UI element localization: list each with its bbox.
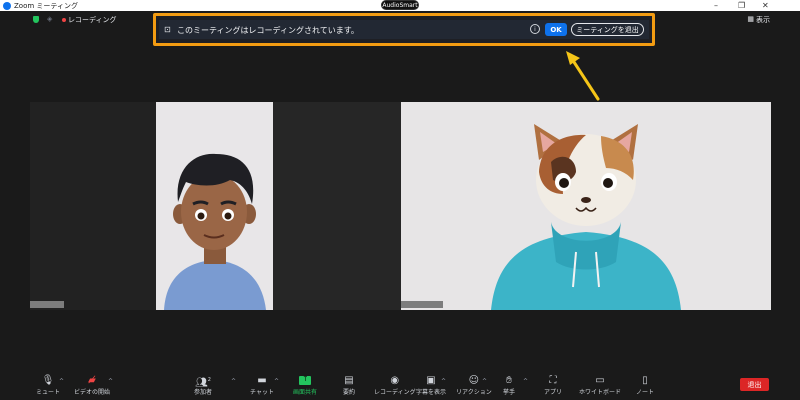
participants-label: 参加者: [194, 389, 213, 396]
annotation-arrow-icon: [566, 51, 600, 101]
notes-button[interactable]: ▯ ノート: [636, 374, 654, 396]
whiteboard-label: ホワイトボード: [579, 389, 622, 396]
meeting-window: ◈ レコーディング ▦ 表示 ⊡ このミーティングはレコーディングされています。…: [0, 11, 800, 400]
zoom-logo-icon: [3, 2, 11, 10]
maximize-button[interactable]: ❐: [738, 0, 745, 11]
notes-label: ノート: [636, 389, 655, 396]
chat-options-chevron-icon[interactable]: ^: [274, 378, 279, 385]
recording-dot-icon: [62, 18, 66, 22]
raise-hand-button[interactable]: ✋︎ 挙手: [503, 374, 515, 396]
reactions-options-chevron-icon[interactable]: ^: [482, 378, 487, 385]
participant-tile-2-background: [273, 102, 401, 310]
chat-button[interactable]: ▬ チャット: [250, 374, 274, 396]
start-video-button[interactable]: ▰̸ ビデオの開始: [74, 374, 110, 396]
apps-label: アプリ: [544, 389, 563, 396]
recording-consent-banner: ⊡ このミーティングはレコーディングされています。 i OK ミーティングを退出: [153, 13, 655, 46]
summary-label: 要約: [343, 389, 356, 396]
participants-icon: 👥︎2: [195, 377, 211, 389]
video-label: ビデオの開始: [74, 389, 111, 396]
microphone-icon: 🎙︎: [41, 375, 55, 386]
info-icon[interactable]: i: [530, 24, 540, 34]
captions-icon: ▣: [426, 375, 436, 386]
participant-tile-3[interactable]: [401, 102, 771, 310]
meeting-toolbar: 🎙︎ ミュート ^ ▰̸ ビデオの開始 ^ 👥︎2 参加者 ^ ▬ チャット ^…: [0, 373, 800, 400]
signal-icon[interactable]: ◈: [47, 15, 52, 23]
whiteboard-icon: ▭: [595, 375, 605, 386]
recording-icon: ⊡: [164, 25, 171, 34]
participants-options-chevron-icon[interactable]: ^: [231, 378, 236, 385]
participant-video-1: [156, 102, 273, 310]
reaction-icon: ☺: [468, 375, 480, 386]
name-tag-1: [30, 301, 64, 308]
hand-icon: ✋︎: [506, 375, 512, 386]
share-screen-button[interactable]: 画面共有: [293, 374, 317, 396]
leave-meeting-button[interactable]: ミーティングを退出: [571, 23, 644, 36]
security-shield-icon[interactable]: [33, 16, 39, 23]
raise-hand-options-chevron-icon[interactable]: ^: [523, 378, 528, 385]
reactions-label: リアクション: [456, 389, 492, 396]
close-button[interactable]: ✕: [762, 0, 769, 11]
boy-avatar-icon: [164, 153, 266, 310]
mute-options-chevron-icon[interactable]: ^: [59, 378, 64, 385]
share-screen-icon: [299, 374, 311, 385]
summary-icon: ▤: [344, 375, 354, 386]
notes-icon: ▯: [642, 375, 648, 386]
record-icon: ◉: [390, 375, 400, 386]
participants-button[interactable]: 👥︎2 参加者: [194, 374, 212, 396]
participants-count: 2: [207, 377, 211, 383]
mute-button[interactable]: 🎙︎ ミュート: [36, 374, 60, 396]
raise-hand-label: 挙手: [503, 389, 516, 396]
summary-button[interactable]: ▤ 要約: [343, 374, 355, 396]
share-label: 画面共有: [293, 389, 318, 396]
record-label: レコーディング: [374, 389, 416, 396]
app-title: Zoom ミーティング: [3, 1, 78, 11]
video-gallery: [30, 102, 771, 310]
apps-button[interactable]: ⛶ アプリ: [544, 374, 562, 396]
name-tag-3: [401, 301, 443, 308]
captions-label: 字幕を表示: [416, 389, 447, 396]
whiteboard-button[interactable]: ▭ ホワイトボード: [579, 374, 621, 396]
ok-button[interactable]: OK: [545, 23, 567, 36]
end-meeting-button[interactable]: 退出: [740, 378, 769, 391]
captions-options-chevron-icon[interactable]: ^: [441, 378, 446, 385]
banner-message: このミーティングはレコーディングされています。: [177, 26, 359, 35]
window-title: Zoom ミーティング: [14, 2, 78, 10]
video-options-chevron-icon[interactable]: ^: [108, 378, 113, 385]
apps-icon: ⛶: [549, 375, 557, 386]
participant-tile-1[interactable]: [30, 102, 273, 310]
record-button[interactable]: ◉ レコーディング: [374, 374, 416, 396]
grid-icon: ▦: [747, 15, 754, 23]
audiosmart-badge[interactable]: AudioSmart: [381, 0, 419, 10]
chat-icon: ▬: [257, 375, 267, 386]
view-label: 表示: [756, 16, 770, 24]
view-button[interactable]: ▦ 表示: [747, 15, 770, 25]
recording-indicator[interactable]: レコーディング: [68, 15, 117, 25]
mute-label: ミュート: [36, 389, 61, 396]
minimize-button[interactable]: –: [714, 0, 718, 11]
banner-body: ⊡ このミーティングはレコーディングされています。 i OK ミーティングを退出: [159, 20, 649, 39]
video-off-icon: ▰̸: [88, 375, 96, 386]
cat-avatar-icon: [491, 124, 681, 310]
chat-label: チャット: [250, 389, 274, 396]
